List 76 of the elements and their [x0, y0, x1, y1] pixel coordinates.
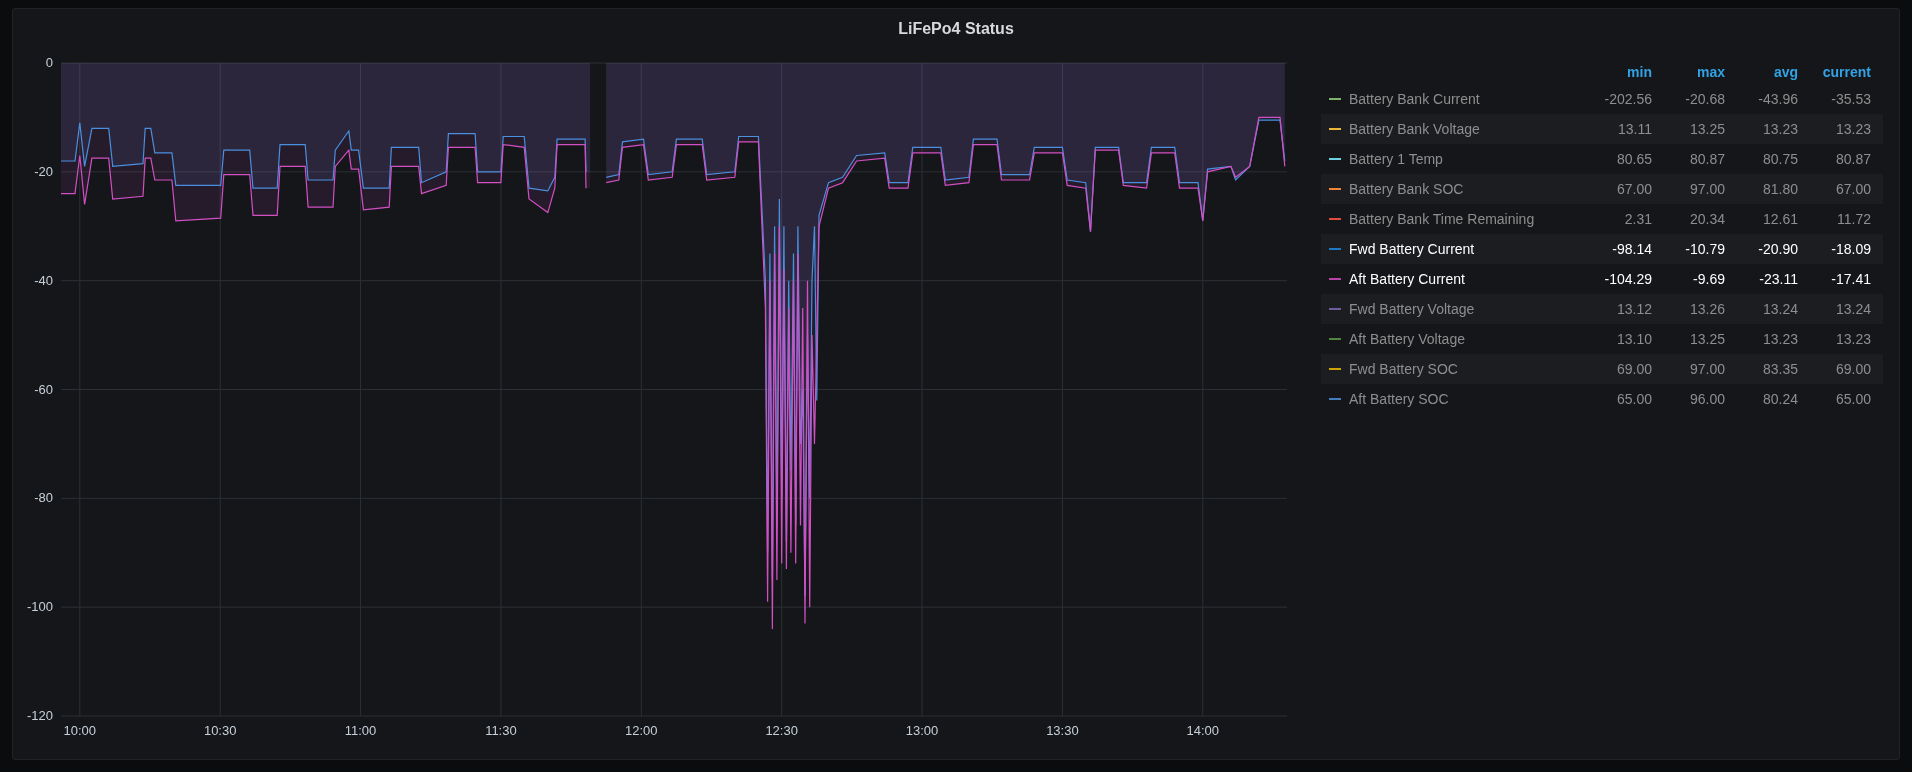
legend-value: 13.24 [1834, 301, 1871, 317]
legend-value: 97.00 [1688, 361, 1725, 377]
column-header[interactable]: avg [1725, 64, 1798, 80]
legend-value: 80.65 [1615, 151, 1652, 167]
series-name[interactable]: Fwd Battery Voltage [1349, 301, 1572, 317]
legend-value: 13.26 [1688, 301, 1725, 317]
legend-value: 13.25 [1688, 121, 1725, 137]
x-tick-label: 12:00 [625, 723, 658, 738]
y-tick-label: -60 [34, 381, 53, 397]
series-name[interactable]: Aft Battery Current [1349, 271, 1572, 287]
legend-value: 81.80 [1761, 181, 1798, 197]
legend-value: -9.69 [1692, 271, 1725, 287]
legend-value: -10.79 [1684, 241, 1725, 257]
legend-value: -104.29 [1603, 271, 1652, 287]
legend-value: 2.31 [1623, 211, 1652, 227]
y-tick-label: -100 [26, 599, 53, 615]
legend-value: 20.34 [1688, 211, 1725, 227]
legend-value: 65.00 [1834, 391, 1871, 407]
y-tick-label: -80 [34, 490, 53, 506]
legend-value: -43.96 [1757, 91, 1798, 107]
legend-value: 69.00 [1834, 361, 1871, 377]
legend-value: 67.00 [1834, 181, 1871, 197]
x-tick-label: 10:30 [203, 723, 237, 738]
legend-value: -35.53 [1830, 91, 1871, 107]
column-header[interactable]: current [1798, 64, 1871, 80]
legend-value: 80.87 [1688, 151, 1725, 167]
legend-value: -20.68 [1684, 91, 1725, 107]
legend-value: 97.00 [1688, 181, 1725, 197]
legend-value: 13.23 [1834, 121, 1871, 137]
series-name[interactable]: Battery Bank SOC [1349, 181, 1572, 197]
y-tick-label: -40 [34, 272, 53, 288]
series-name[interactable]: Aft Battery Voltage [1349, 331, 1572, 347]
series-name[interactable]: Aft Battery SOC [1349, 391, 1572, 407]
x-tick-label: 11:00 [344, 723, 377, 738]
x-tick-label: 11:30 [485, 723, 517, 738]
legend-value: -17.41 [1830, 271, 1871, 287]
column-header[interactable]: min [1572, 64, 1652, 80]
y-tick-label: 0 [45, 55, 53, 70]
series-name[interactable]: Fwd Battery Current [1349, 241, 1572, 257]
legend-value: 96.00 [1688, 391, 1725, 407]
legend-value: 11.72 [1836, 211, 1871, 227]
column-header[interactable]: max [1652, 64, 1725, 80]
legend-value: 13.23 [1761, 331, 1798, 347]
x-tick-label: 10:00 [63, 723, 97, 738]
y-tick-label: -120 [26, 708, 53, 723]
x-tick-label: 13:30 [1046, 723, 1079, 738]
series-name[interactable]: Battery Bank Voltage [1349, 121, 1572, 137]
legend-value: -98.14 [1611, 241, 1652, 257]
series-name[interactable]: Battery 1 Temp [1349, 151, 1572, 167]
legend-value: 13.25 [1688, 331, 1725, 347]
y-tick-label: -20 [34, 163, 53, 179]
legend-value: 67.00 [1615, 181, 1652, 197]
x-tick-label: 14:00 [1186, 723, 1220, 738]
legend-value: 80.75 [1761, 151, 1798, 167]
legend-value: 13.23 [1761, 121, 1798, 137]
legend-value: -202.56 [1603, 91, 1652, 107]
legend-value: 13.23 [1834, 331, 1871, 347]
series-name[interactable]: Battery Bank Current [1349, 91, 1572, 107]
legend-value: 65.00 [1615, 391, 1652, 407]
legend-value: 13.12 [1615, 301, 1652, 317]
legend-value: 83.35 [1761, 361, 1798, 377]
series-name[interactable]: Fwd Battery SOC [1349, 361, 1572, 377]
legend-value: 69.00 [1615, 361, 1652, 377]
series-name[interactable]: Battery Bank Time Remaining [1349, 211, 1572, 227]
legend-value: 13.11 [1617, 121, 1652, 137]
legend-value: 13.24 [1761, 301, 1798, 317]
legend-value: -23.11 [1758, 271, 1798, 287]
legend-value: -18.09 [1830, 241, 1871, 257]
x-tick-label: 13:00 [905, 723, 939, 738]
legend-value: 80.87 [1834, 151, 1871, 167]
legend-value: 80.24 [1761, 391, 1798, 407]
legend-value: 13.10 [1615, 331, 1652, 347]
legend-value: -20.90 [1757, 241, 1798, 257]
panel-title: LiFePo4 Status [898, 19, 1014, 38]
legend-value: 12.61 [1761, 211, 1798, 227]
x-tick-label: 12:30 [765, 723, 798, 738]
